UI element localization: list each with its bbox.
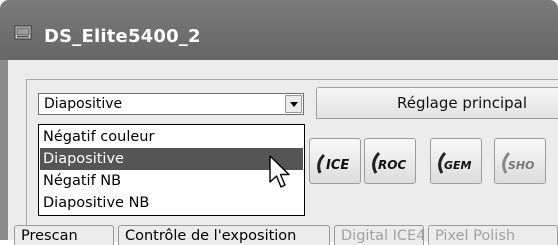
gem-icon-text: GEM	[444, 159, 472, 172]
dropdown-option-negatif-couleur[interactable]: Négatif couleur	[40, 126, 303, 148]
roc-icon-text: ROC	[378, 158, 406, 172]
film-type-dropdown-list: Négatif couleur Diapositive Négatif NB D…	[38, 124, 305, 216]
dropdown-option-negatif-nb[interactable]: Négatif NB	[40, 170, 303, 192]
sho-button[interactable]: SHO	[494, 138, 546, 184]
tab-pixel-polish[interactable]: Pixel Polish	[428, 225, 558, 245]
tab-prescan[interactable]: Prescan	[14, 225, 114, 245]
sho-icon-text: SHO	[508, 159, 534, 172]
scanner-app-icon[interactable]	[14, 23, 34, 43]
film-type-value: Diapositive	[44, 96, 123, 112]
tab-main-settings[interactable]: Réglage principal	[316, 87, 558, 119]
ice-icon: ICE	[317, 153, 349, 174]
dropdown-option-diapositive[interactable]: Diapositive	[40, 148, 303, 170]
chevron-down-icon	[290, 102, 298, 107]
gem-button[interactable]: GEM	[430, 138, 482, 184]
sho-icon: SHO	[502, 151, 534, 174]
tab-exposure-control[interactable]: Contrôle de l'exposition	[118, 225, 330, 245]
title-bar[interactable]: DS_Elite5400_2	[0, 0, 558, 60]
dropdown-option-diapositive-nb[interactable]: Diapositive NB	[40, 192, 303, 214]
mouse-pointer-icon	[269, 155, 290, 188]
roc-icon: ROC	[372, 151, 406, 174]
dropdown-arrow-button[interactable]	[285, 95, 302, 113]
ice-icon-text: ICE	[326, 158, 349, 173]
tab-digital-ice4[interactable]: Digital ICE4	[334, 225, 424, 245]
roc-button[interactable]: ROC	[364, 138, 416, 184]
window-title: DS_Elite5400_2	[44, 26, 201, 47]
tab-main-settings-label: Réglage principal	[397, 94, 528, 112]
film-type-select[interactable]: Diapositive	[38, 93, 304, 115]
gem-icon: GEM	[438, 151, 472, 174]
ice-button[interactable]: ICE	[309, 138, 361, 184]
